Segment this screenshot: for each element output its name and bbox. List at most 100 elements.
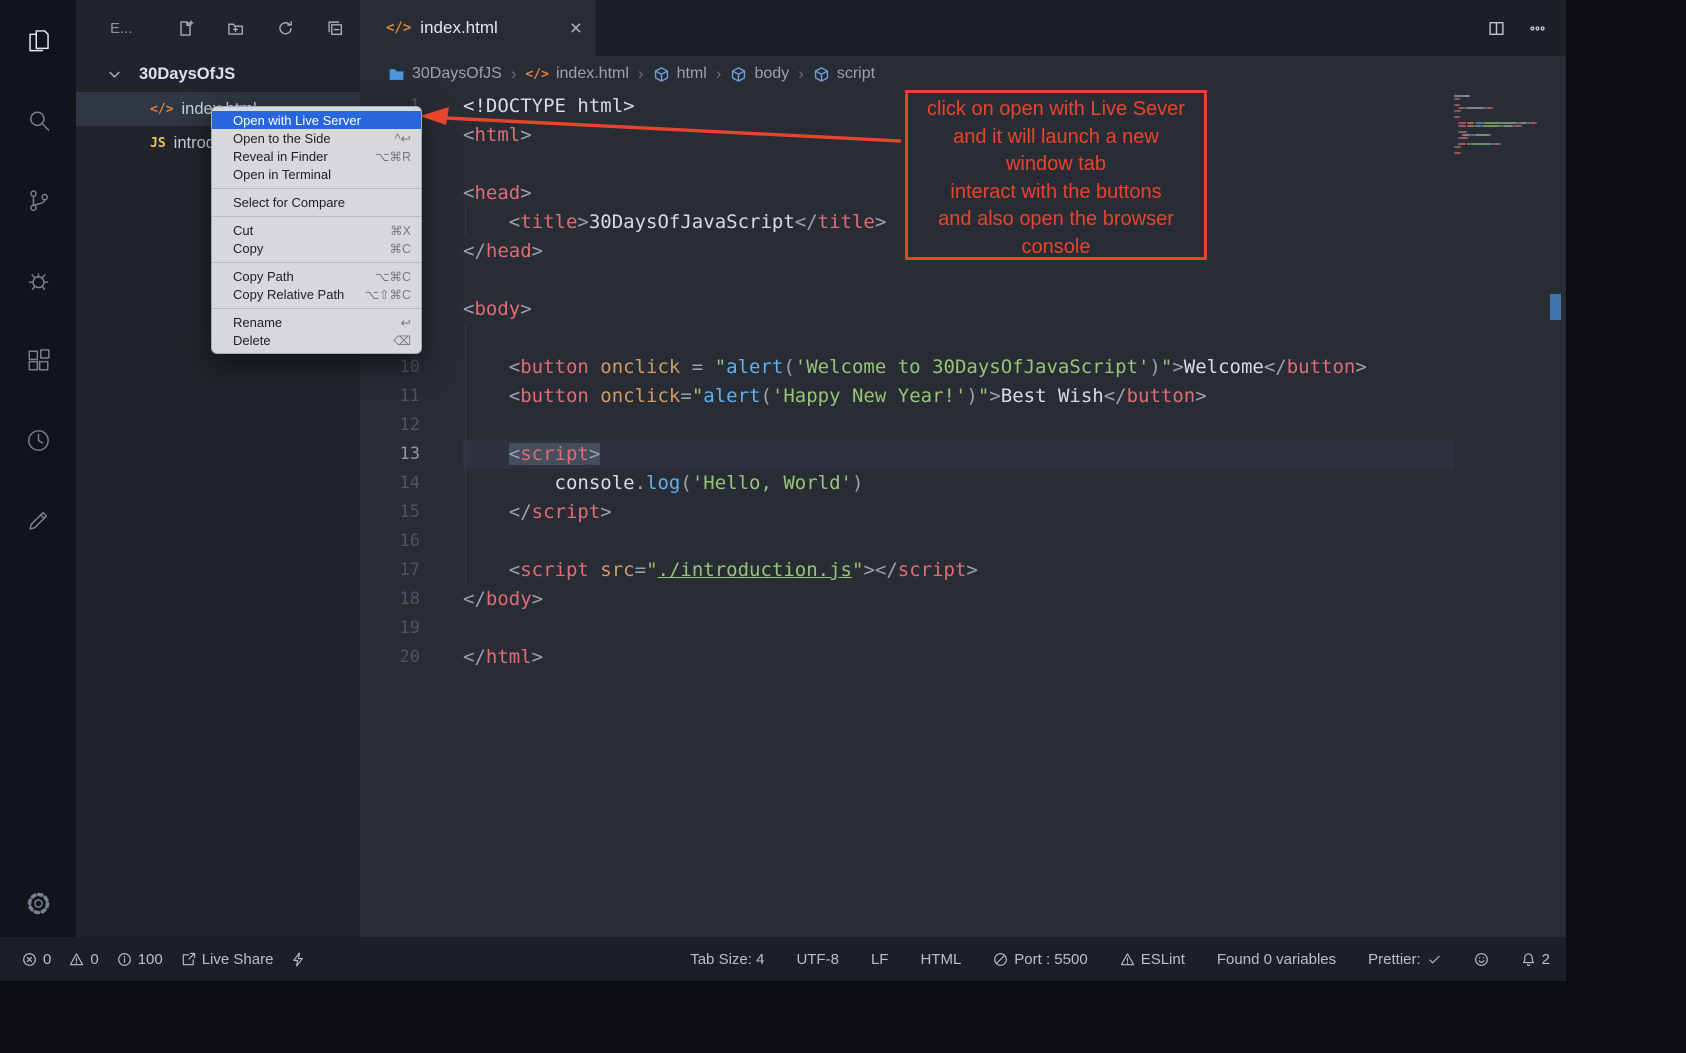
menu-item-label: Cut (233, 223, 253, 238)
activity-timeline[interactable] (0, 400, 76, 480)
status-live-share[interactable]: Live Share (181, 951, 274, 968)
code-line-20[interactable]: 20</html> (360, 643, 1566, 672)
status-errors[interactable]: 0 (22, 951, 51, 968)
status-bar-left: 0 0 100 Live Share (22, 951, 306, 968)
menu-item-shortcut: ⌘C (389, 241, 411, 256)
menu-item-rename[interactable]: Rename↩ (212, 313, 421, 331)
code-line-9[interactable]: 9 (360, 324, 1566, 353)
code-line-13[interactable]: 13 <script> (360, 440, 1566, 469)
code-line-19[interactable]: 19 (360, 614, 1566, 643)
status-text: HTML (920, 951, 961, 968)
line-text: <script src="./introduction.js"></script… (420, 556, 978, 585)
status-feedback-smiley[interactable] (1474, 952, 1489, 967)
line-number: 10 (360, 353, 420, 382)
code-line-8[interactable]: 8<body> (360, 295, 1566, 324)
activity-feedback[interactable] (0, 480, 76, 560)
menu-item-copy-relative-path[interactable]: Copy Relative Path⌥⇧⌘C (212, 285, 421, 303)
code-line-17[interactable]: 17 <script src="./introduction.js"></scr… (360, 556, 1566, 585)
status-variables[interactable]: Found 0 variables (1217, 951, 1336, 968)
menu-item-shortcut: ^↩ (395, 131, 411, 146)
tab-index-html[interactable]: </> index.html × (360, 0, 597, 56)
status-language-mode[interactable]: HTML (920, 951, 961, 968)
menu-item-label: Rename (233, 315, 282, 330)
status-zap[interactable] (291, 952, 306, 967)
code-line-15[interactable]: 15 </script> (360, 498, 1566, 527)
code-line-10[interactable]: 10 <button onclick = "alert('Welcome to … (360, 353, 1566, 382)
line-number: 17 (360, 556, 420, 585)
annotation-text-line: and it will launch a new (908, 124, 1204, 152)
activity-source-control[interactable] (0, 160, 76, 240)
breadcrumb-body[interactable]: body (730, 65, 789, 83)
breadcrumb-30daysofjs[interactable]: 30DaysOfJS (388, 65, 502, 83)
new-folder-icon[interactable] (227, 20, 244, 37)
more-actions-icon[interactable] (1529, 20, 1546, 37)
menu-item-select-for-compare[interactable]: Select for Compare (212, 193, 421, 211)
status-info[interactable]: 100 (117, 951, 163, 968)
status-eol[interactable]: LF (871, 951, 889, 968)
breadcrumb-index-html[interactable]: </>index.html (525, 65, 628, 83)
code-line-12[interactable]: 12 (360, 411, 1566, 440)
status-eslint[interactable]: ESLint (1120, 951, 1185, 968)
menu-item-open-to-the-side[interactable]: Open to the Side^↩ (212, 129, 421, 147)
breadcrumb-script[interactable]: script (813, 65, 875, 83)
refresh-icon[interactable] (277, 20, 294, 37)
code-line-18[interactable]: 18</body> (360, 585, 1566, 614)
activity-run-debug[interactable] (0, 240, 76, 320)
code-line-11[interactable]: 11 <button onclick="alert('Happy New Yea… (360, 382, 1566, 411)
menu-item-delete[interactable]: Delete⌫ (212, 331, 421, 349)
activity-explorer[interactable] (0, 0, 76, 80)
breadcrumb-label: body (754, 65, 789, 83)
line-number: 14 (360, 469, 420, 498)
activity-extensions[interactable] (0, 320, 76, 400)
warning-triangle-icon (1120, 952, 1135, 967)
status-text: Found 0 variables (1217, 951, 1336, 968)
status-text: Tab Size: 4 (690, 951, 764, 968)
html-file-icon: </> (386, 20, 411, 36)
search-icon (25, 107, 52, 134)
status-tab-size[interactable]: Tab Size: 4 (690, 951, 764, 968)
menu-item-cut[interactable]: Cut ⌘X (212, 221, 421, 239)
cube-icon (653, 66, 670, 83)
warning-triangle-icon (69, 952, 84, 967)
status-notifications[interactable]: 2 (1521, 951, 1550, 968)
check-icon (1427, 952, 1442, 967)
folder-row-30daysofjs[interactable]: 30DaysOfJS (76, 56, 360, 92)
code-line-16[interactable]: 16 (360, 527, 1566, 556)
status-encoding[interactable]: UTF-8 (796, 951, 839, 968)
activity-bar (0, 0, 76, 937)
smiley-icon (1474, 952, 1489, 967)
status-warnings[interactable]: 0 (69, 951, 98, 968)
menu-item-copy[interactable]: Copy⌘C (212, 239, 421, 257)
annotation-text-line: and also open the browser (908, 206, 1204, 234)
status-port[interactable]: Port : 5500 (993, 951, 1087, 968)
code-line-7[interactable]: 7 (360, 266, 1566, 295)
status-prettier[interactable]: Prettier: (1368, 951, 1442, 968)
code-line-14[interactable]: 14 console.log('Hello, World') (360, 469, 1566, 498)
cube-icon (730, 66, 747, 83)
activity-bar-items (0, 0, 76, 560)
html-file-icon: </> (150, 102, 173, 117)
breadcrumb-label: script (837, 65, 875, 83)
status-text: 0 (43, 951, 51, 968)
tab-title: index.html (420, 18, 497, 38)
menu-item-copy-path[interactable]: Copy Path⌥⌘C (212, 267, 421, 285)
line-text: <!DOCTYPE html> (420, 92, 635, 121)
menu-separator (212, 308, 421, 309)
collapse-all-icon[interactable] (327, 20, 344, 37)
breadcrumbs: 30DaysOfJS›</>index.html›html›body›scrip… (360, 56, 1566, 92)
menu-item-open-in-terminal[interactable]: Open in Terminal (212, 165, 421, 183)
menu-item-reveal-in-finder[interactable]: Reveal in Finder⌥⌘R (212, 147, 421, 165)
line-text: <head> (420, 179, 532, 208)
activity-settings[interactable] (0, 875, 76, 931)
new-file-icon[interactable] (177, 20, 194, 37)
breadcrumb-html[interactable]: html (653, 65, 707, 83)
menu-item-open-with-live-server[interactable]: Open with Live Server (212, 111, 421, 129)
split-editor-icon[interactable] (1488, 20, 1505, 37)
line-text: <body> (420, 295, 532, 324)
close-tab-icon[interactable]: × (570, 18, 582, 39)
activity-search[interactable] (0, 80, 76, 160)
line-text: </head> (420, 237, 543, 266)
minimap[interactable] (1454, 95, 1546, 155)
line-text: <html> (420, 121, 532, 150)
menu-item-shortcut: ⌘X (390, 223, 411, 238)
